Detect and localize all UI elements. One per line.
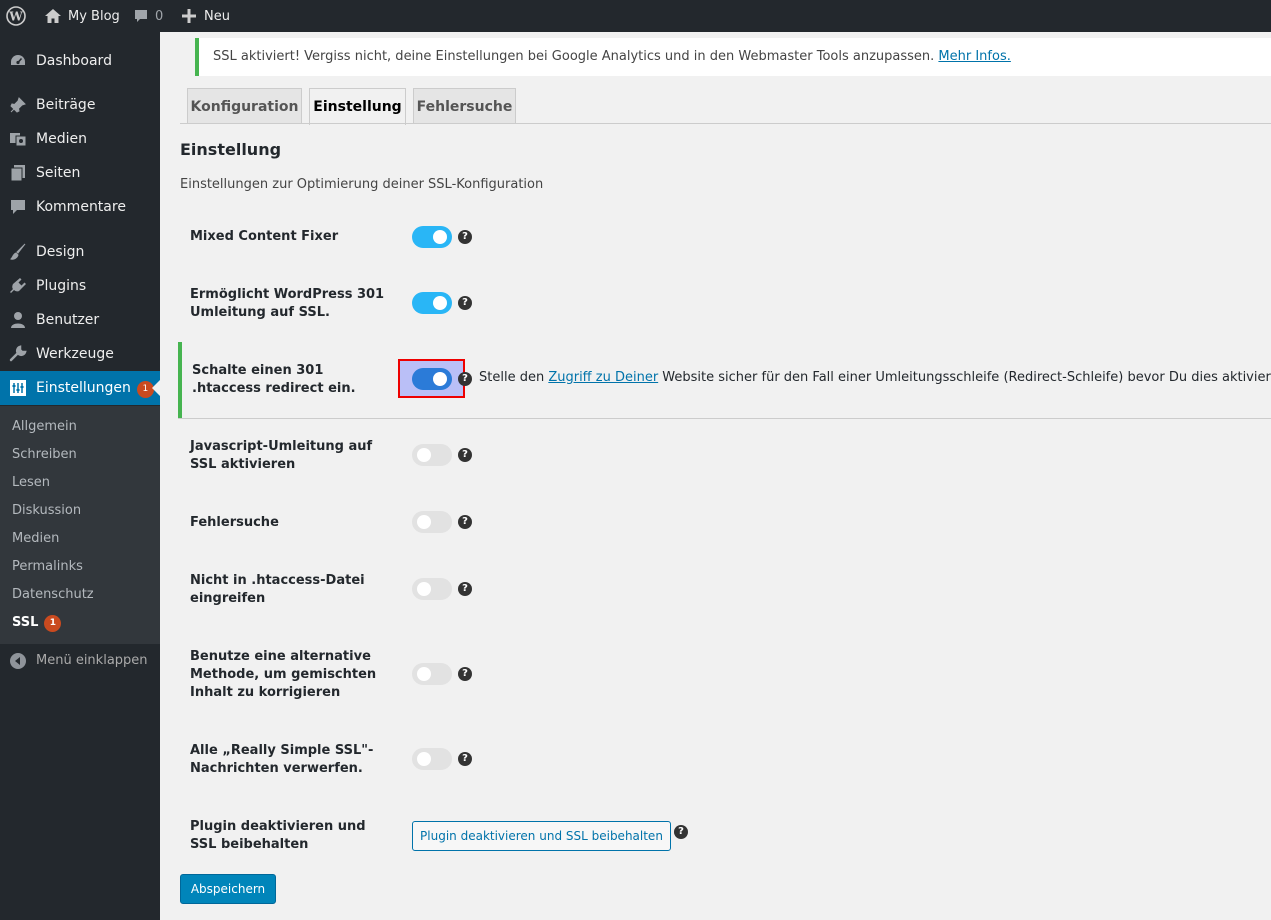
- submenu-item-ssl[interactable]: SSL 1: [12, 613, 62, 633]
- site-name: My Blog: [68, 8, 120, 24]
- new-label: Neu: [204, 8, 230, 24]
- toggle-wp-301[interactable]: [412, 292, 452, 314]
- toggle-knob: [417, 448, 431, 462]
- section-title: Einstellung: [180, 140, 282, 159]
- htaccess-warning-text: Stelle den Zugriff zu Deiner Website sic…: [479, 370, 1271, 385]
- toggle-js-redirect[interactable]: [412, 444, 452, 466]
- help-icon[interactable]: ?: [458, 230, 472, 244]
- sidebar-item-design[interactable]: Design: [0, 235, 160, 269]
- dashboard-icon: [11, 55, 25, 65]
- media-icon: [10, 133, 27, 147]
- setting-label-alt-method: Benutze eine alternative Methode, um gem…: [190, 649, 377, 700]
- admin-sidebar: Dashboard Beiträge Medien Seiten Komment…: [0, 32, 160, 920]
- setting-label-wp-301: Ermöglicht WordPress 301 Umleitung auf S…: [190, 287, 385, 320]
- sidebar-item-einstellungen[interactable]: Einstellungen 1: [0, 371, 160, 405]
- comments-link[interactable]: 0: [133, 0, 163, 32]
- sidebar-item-kommentare[interactable]: Kommentare: [0, 190, 160, 224]
- submenu-item-permalinks[interactable]: Permalinks: [12, 557, 83, 577]
- comment-icon: [11, 200, 25, 214]
- toggle-no-htaccess[interactable]: [412, 578, 452, 600]
- help-icon[interactable]: ?: [458, 752, 472, 766]
- sidebar-item-benutzer[interactable]: Benutzer: [0, 303, 160, 337]
- user-icon: [11, 312, 25, 328]
- toggle-alt-method[interactable]: [412, 663, 452, 685]
- help-icon[interactable]: ?: [458, 515, 472, 529]
- tab-fehlersuche[interactable]: Fehlersuche: [413, 88, 516, 124]
- collapse-menu-button[interactable]: Menü einklappen: [0, 644, 160, 678]
- setting-label-js-redirect: Javascript-Umleitung auf SSL aktivieren: [190, 439, 373, 472]
- comment-icon: [135, 10, 147, 22]
- toggle-htaccess-301[interactable]: [412, 368, 452, 390]
- toggle-knob: [433, 230, 447, 244]
- sidebar-item-beitraege[interactable]: Beiträge: [0, 88, 160, 122]
- toggle-debug[interactable]: [412, 511, 452, 533]
- help-icon[interactable]: ?: [458, 448, 472, 462]
- toggle-knob: [417, 752, 431, 766]
- toggle-knob: [433, 372, 447, 386]
- site-name-link[interactable]: My Blog: [44, 0, 120, 32]
- toggle-knob: [417, 582, 431, 596]
- submenu-item-allgemein[interactable]: Allgemein: [12, 417, 77, 437]
- help-icon[interactable]: ?: [674, 825, 688, 839]
- deactivate-keep-ssl-button[interactable]: Plugin deaktivieren und SSL beibehalten: [412, 821, 671, 851]
- brush-icon: [10, 243, 26, 260]
- access-link[interactable]: Zugriff zu Deiner: [548, 370, 658, 385]
- settings-icon: [10, 380, 26, 396]
- wordpress-logo-icon[interactable]: W: [6, 0, 26, 32]
- tab-divider: [180, 123, 1271, 124]
- update-count-badge: 1: [136, 381, 154, 398]
- setting-label-deactivate: Plugin deaktivieren und SSL beibehalten: [190, 819, 366, 852]
- submenu-item-schreiben[interactable]: Schreiben: [12, 445, 77, 465]
- sidebar-item-dashboard[interactable]: Dashboard: [0, 44, 160, 78]
- notice-text: SSL aktiviert! Vergiss nicht, deine Eins…: [213, 49, 935, 64]
- help-icon[interactable]: ?: [458, 296, 472, 310]
- toggle-knob: [417, 515, 431, 529]
- home-icon: [45, 9, 61, 23]
- toggle-knob: [417, 667, 431, 681]
- new-content-link[interactable]: Neu: [182, 0, 230, 32]
- wrench-icon: [9, 345, 27, 362]
- submenu-item-diskussion[interactable]: Diskussion: [12, 501, 81, 521]
- plus-icon: [182, 9, 196, 23]
- tab-einstellung[interactable]: Einstellung: [309, 88, 406, 125]
- collapse-arrow-icon: [10, 653, 26, 669]
- save-button[interactable]: Abspeichern: [180, 874, 276, 904]
- row-divider: [178, 418, 1271, 419]
- comments-count: 0: [155, 8, 164, 24]
- pin-icon: [10, 97, 26, 113]
- help-icon[interactable]: ?: [458, 582, 472, 596]
- help-icon[interactable]: ?: [458, 667, 472, 681]
- toggle-dismiss-notices[interactable]: [412, 748, 452, 770]
- submenu-item-medien[interactable]: Medien: [12, 529, 59, 549]
- pages-icon: [10, 165, 25, 182]
- sidebar-item-werkzeuge[interactable]: Werkzeuge: [0, 337, 160, 371]
- toggle-mixed-content[interactable]: [412, 226, 452, 248]
- setting-label-dismiss-notices: Alle „Really Simple SSL"-Nachrichten ver…: [190, 743, 374, 776]
- submenu-item-datenschutz[interactable]: Datenschutz: [12, 585, 94, 605]
- sidebar-item-seiten[interactable]: Seiten: [0, 156, 160, 190]
- more-info-link[interactable]: Mehr Infos.: [938, 49, 1010, 64]
- tab-konfiguration[interactable]: Konfiguration: [187, 88, 302, 124]
- setting-label-no-htaccess: Nicht in .htaccess-Datei eingreifen: [190, 573, 365, 606]
- submenu-item-lesen[interactable]: Lesen: [12, 473, 50, 493]
- help-icon[interactable]: ?: [458, 372, 472, 386]
- setting-label-mixed-content: Mixed Content Fixer: [190, 229, 339, 244]
- ssl-count-badge: 1: [44, 615, 62, 632]
- toggle-knob: [433, 296, 447, 310]
- admin-bar: W My Blog 0 Neu: [0, 0, 1271, 32]
- sidebar-item-medien[interactable]: Medien: [0, 122, 160, 156]
- ssl-activated-notice: SSL aktiviert! Vergiss nicht, deine Eins…: [195, 38, 1271, 76]
- svg-text:W: W: [8, 10, 23, 24]
- sidebar-item-plugins[interactable]: Plugins: [0, 269, 160, 303]
- setting-label-debug: Fehlersuche: [190, 515, 279, 530]
- settings-submenu: Allgemein Schreiben Lesen Diskussion Med…: [0, 406, 160, 644]
- sidebar-item-label: Einstellungen: [36, 380, 131, 396]
- plugin-icon: [10, 278, 26, 293]
- setting-label-htaccess-301: Schalte einen 301 .htaccess redirect ein…: [192, 363, 356, 396]
- section-description: Einstellungen zur Optimierung deiner SSL…: [180, 177, 544, 192]
